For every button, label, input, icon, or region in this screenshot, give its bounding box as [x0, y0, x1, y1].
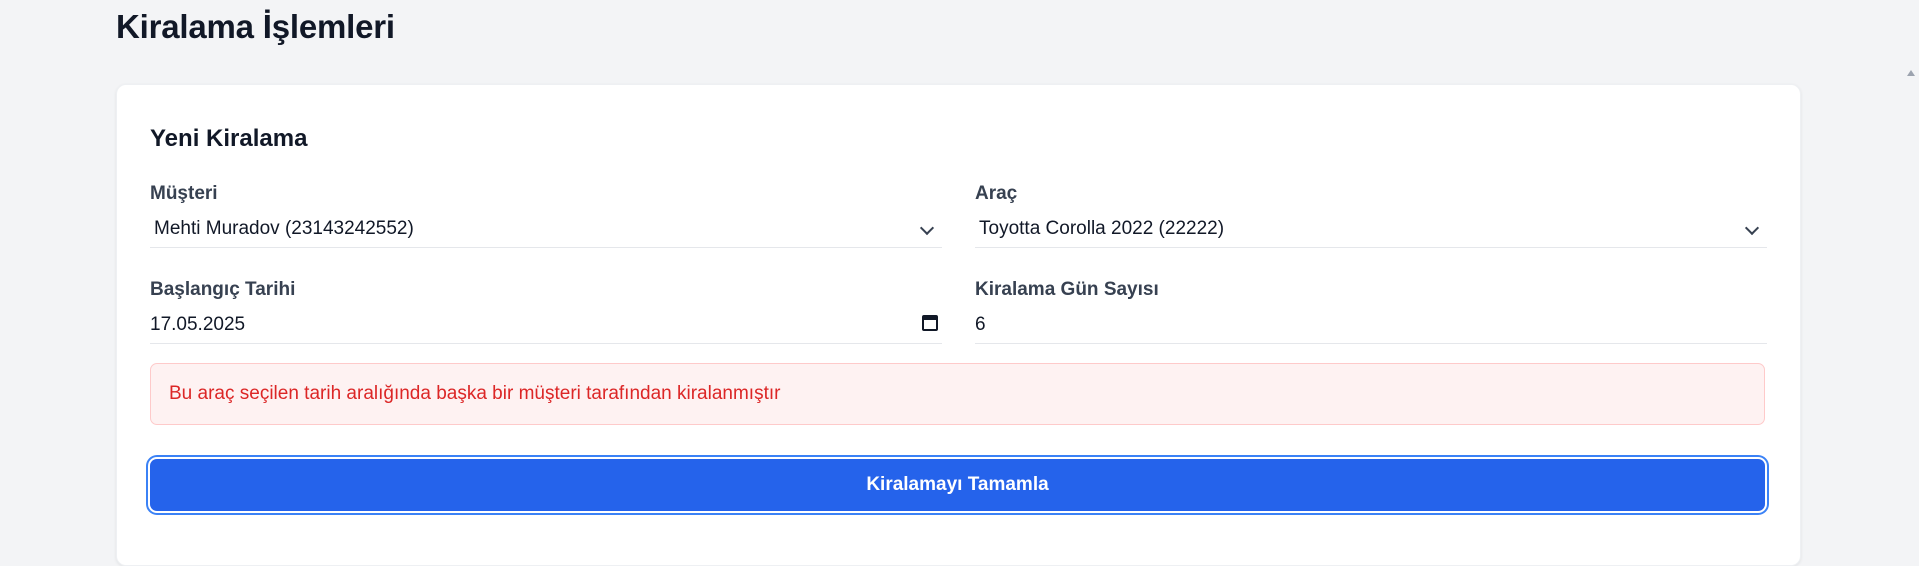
rental-form-card: Yeni Kiralama Müşteri Mehti Muradov (231… [116, 84, 1801, 566]
vehicle-select[interactable]: Toyotta Corolla 2022 (22222) [975, 211, 1767, 248]
start-date-input[interactable]: 17.05.2025 [150, 307, 942, 344]
start-date-value: 17.05.2025 [150, 314, 246, 335]
customer-select[interactable]: Mehti Muradov (23143242552) [150, 211, 942, 248]
customer-select-value: Mehti Muradov (23143242552) [154, 218, 414, 239]
start-date-field: Başlangıç Tarihi 17.05.2025 [150, 279, 942, 344]
vehicle-field: Araç Toyotta Corolla 2022 (22222) [975, 183, 1767, 248]
vehicle-label: Araç [975, 183, 1018, 204]
rental-days-input[interactable]: 6 [975, 307, 1767, 344]
calendar-icon[interactable] [922, 315, 938, 331]
rental-days-label: Kiralama Gün Sayısı [975, 279, 1159, 300]
chevron-down-icon [919, 220, 935, 236]
vehicle-select-value: Toyotta Corolla 2022 (22222) [979, 218, 1225, 239]
customer-field: Müşteri Mehti Muradov (23143242552) [150, 183, 942, 248]
chevron-down-icon [1744, 220, 1760, 236]
complete-rental-button[interactable]: Kiralamayı Tamamla [150, 459, 1765, 511]
start-date-label: Başlangıç Tarihi [150, 279, 296, 300]
scrollbar[interactable] [1903, 0, 1919, 541]
page-title: Kiralama İşlemleri [116, 8, 395, 45]
form-title: Yeni Kiralama [150, 125, 308, 152]
error-message: Bu araç seçilen tarih aralığında başka b… [169, 383, 781, 404]
complete-rental-button-label: Kiralamayı Tamamla [866, 474, 1049, 495]
scroll-up-arrow-icon[interactable] [1907, 70, 1915, 76]
error-alert: Bu araç seçilen tarih aralığında başka b… [150, 363, 1765, 425]
customer-label: Müşteri [150, 183, 218, 204]
rental-days-value: 6 [975, 314, 986, 335]
rental-days-field: Kiralama Gün Sayısı 6 [975, 279, 1767, 344]
